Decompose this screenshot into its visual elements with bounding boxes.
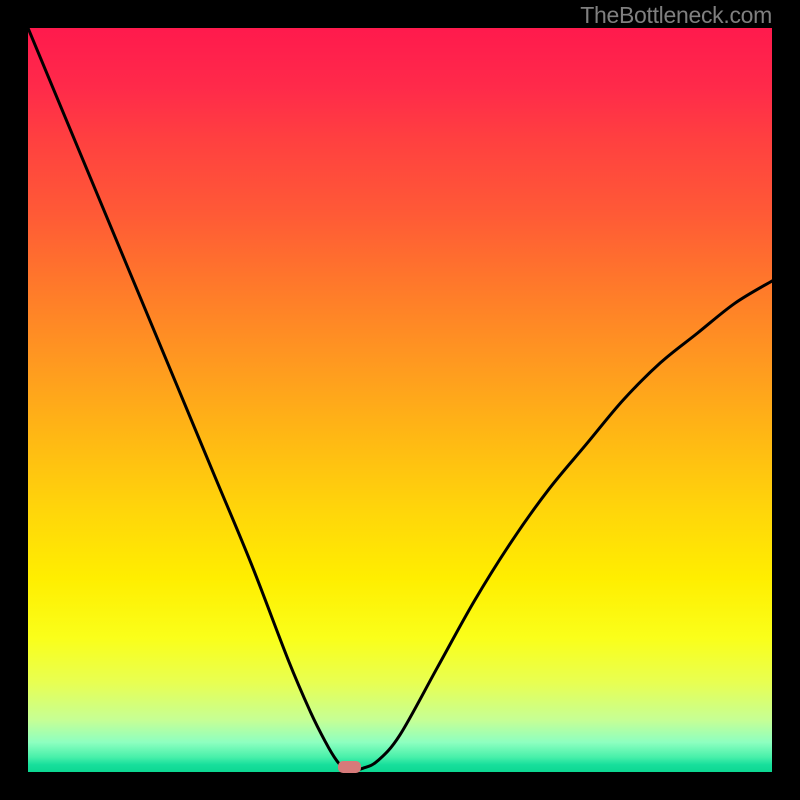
watermark-text: TheBottleneck.com [580, 2, 772, 29]
optimal-point-marker [338, 761, 361, 773]
chart-container: TheBottleneck.com [0, 0, 800, 800]
plot-background-gradient [28, 28, 772, 772]
